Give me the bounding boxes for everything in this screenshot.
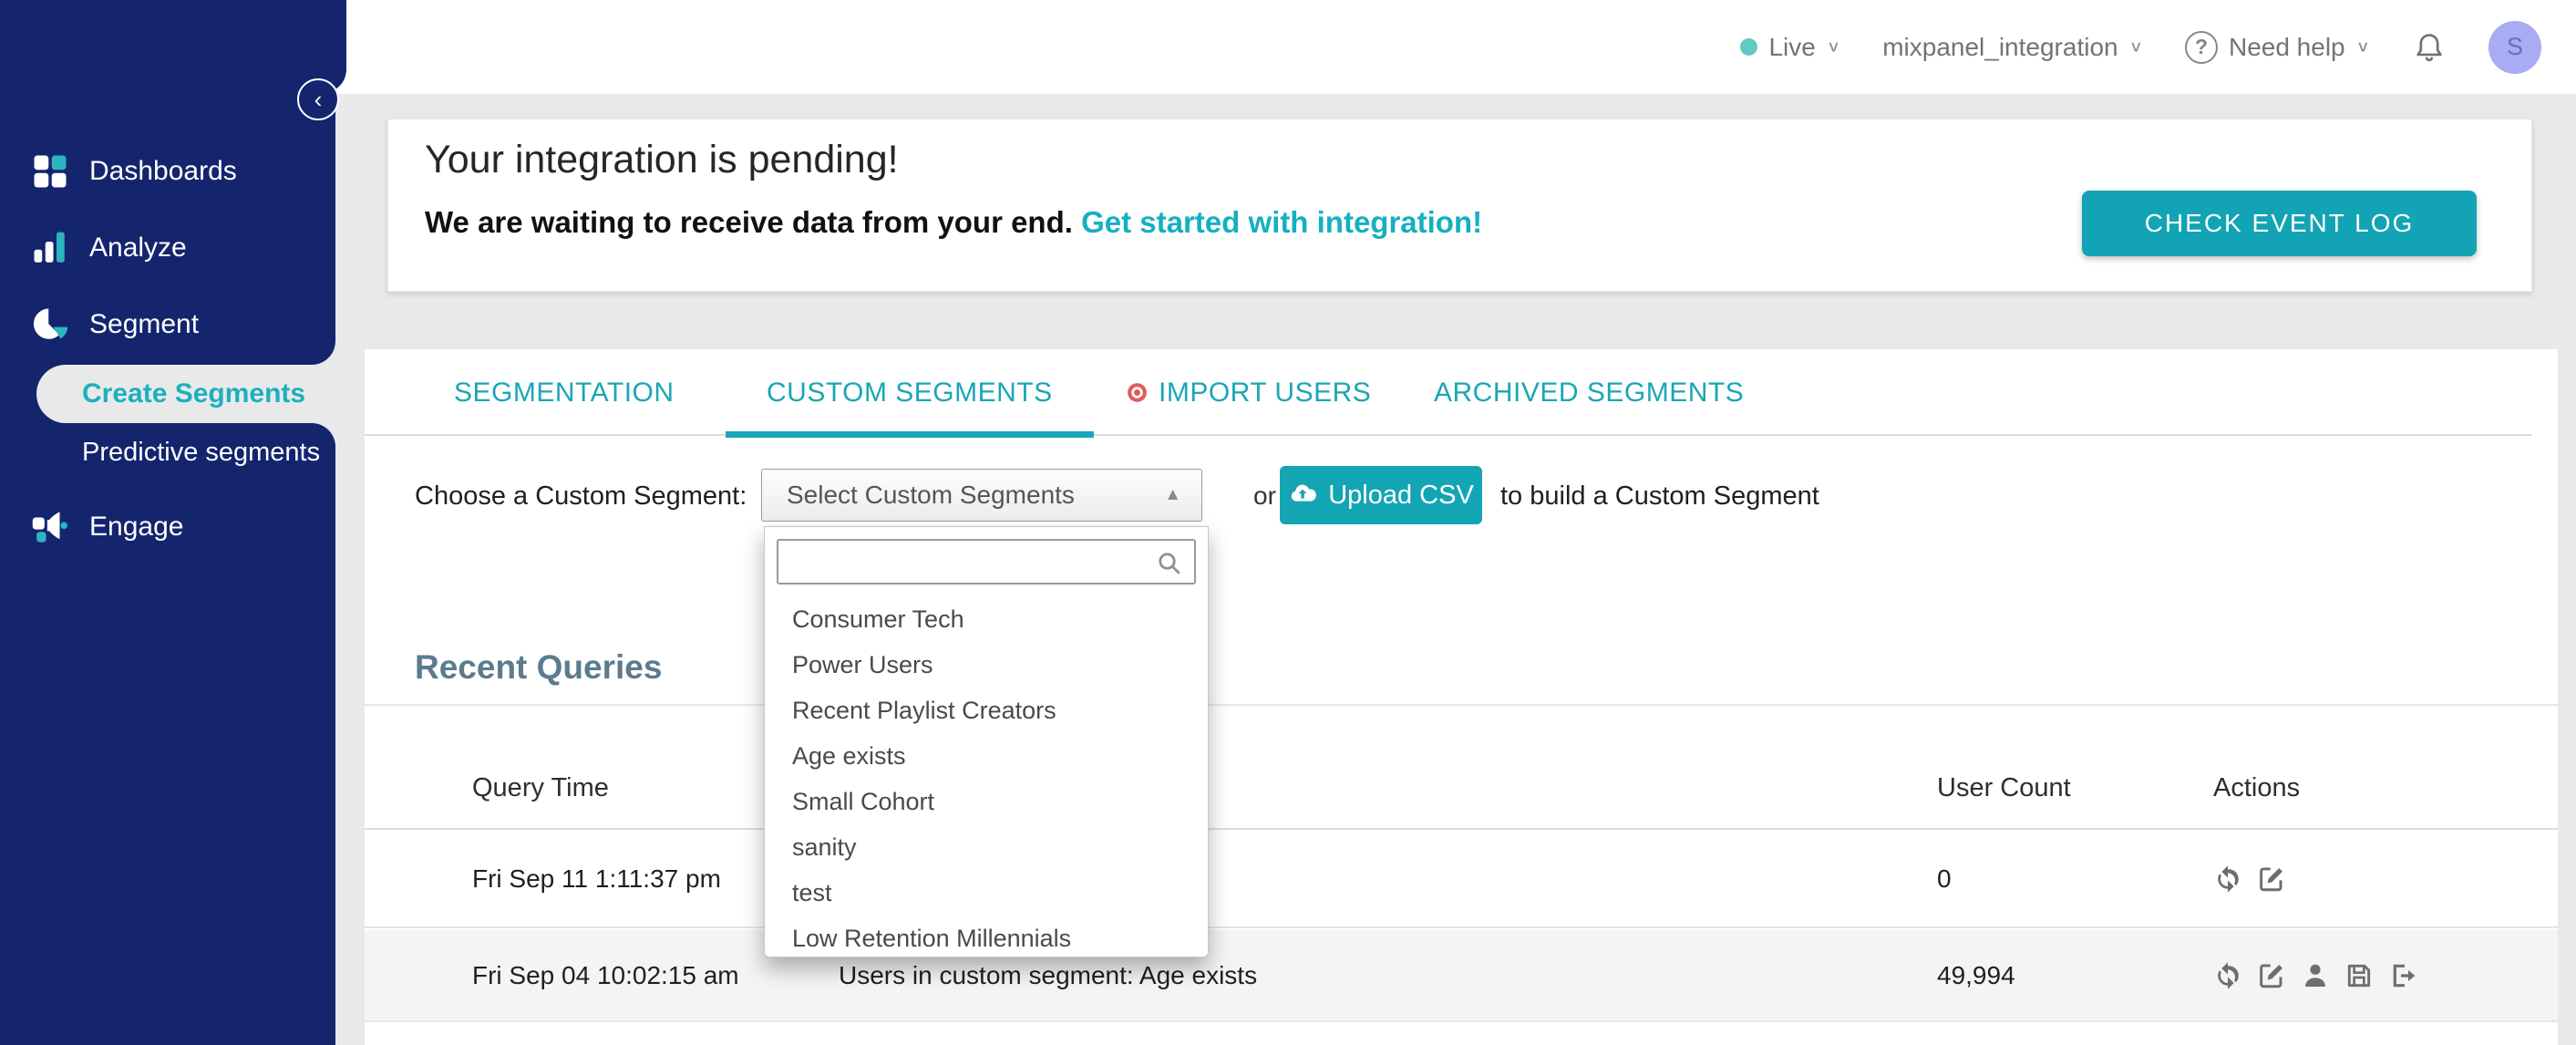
banner-title: Your integration is pending!	[425, 138, 899, 181]
alert-dot-icon	[1128, 383, 1147, 402]
tab-custom-segments[interactable]: CUSTOM SEGMENTS	[726, 349, 1094, 438]
table-row: Fri Sep 04 10:02:15 am Users in custom s…	[365, 930, 2558, 1022]
dashboards-icon	[34, 155, 67, 188]
tab-label: SEGMENTATION	[454, 377, 675, 408]
sidebar-item-analyze[interactable]: Analyze	[0, 210, 335, 286]
bell-icon	[2416, 33, 2442, 61]
user-count-cell: 0	[1937, 864, 1952, 893]
column-header-actions: Actions	[2213, 772, 2301, 802]
search-input[interactable]	[778, 541, 1194, 583]
integration-pending-banner: Your integration is pending! We are wait…	[387, 119, 2532, 292]
search-icon	[1159, 553, 1180, 574]
sidebar-item-label: Engage	[89, 512, 184, 542]
live-status-dot	[1740, 38, 1758, 56]
segment-icon	[33, 308, 68, 339]
tab-label: IMPORT USERS	[1159, 377, 1372, 408]
chevron-down-icon: ∨	[2355, 38, 2370, 56]
get-started-link[interactable]: Get started with integration!	[1081, 205, 1482, 239]
edit-icon[interactable]	[2257, 864, 2286, 894]
sidebar-item-label: Dashboards	[89, 156, 237, 186]
sidebar-item-label: Create Segments	[82, 378, 306, 409]
custom-segment-select[interactable]: Select Custom Segments ▲	[761, 469, 1202, 522]
export-icon[interactable]	[2388, 961, 2417, 990]
build-segment-label: to build a Custom Segment	[1500, 481, 1819, 511]
help-icon: ?	[2184, 30, 2218, 64]
column-header-query-time: Query Time	[472, 772, 609, 802]
edit-icon[interactable]	[2257, 961, 2286, 990]
dropdown-option[interactable]: Low Retention Millennials	[765, 916, 1208, 961]
sidebar-item-engage[interactable]: Engage	[0, 498, 335, 556]
dropdown-option[interactable]: Small Cohort	[765, 779, 1208, 824]
chevron-down-icon: ∨	[2128, 38, 2143, 56]
sidebar-item-predictive-segments[interactable]: Predictive segments	[0, 427, 335, 478]
tab-label: CUSTOM SEGMENTS	[767, 377, 1053, 408]
user-count-cell: 49,994	[1937, 960, 2015, 989]
user-icon[interactable]	[2301, 961, 2330, 990]
recent-queries-title: Recent Queries	[415, 648, 663, 686]
column-header-user-count: User Count	[1937, 772, 2071, 802]
table-header-row: Query Time User Count Actions	[365, 748, 2558, 830]
row-actions-cell	[2213, 832, 2286, 926]
sidebar-item-label: Analyze	[89, 233, 187, 263]
dropdown-option[interactable]: Consumer Tech	[765, 596, 1208, 642]
tab-segmentation[interactable]: SEGMENTATION	[454, 349, 675, 436]
top-header-bar: Live ∨ mixpanel_integration ∨ ? Need hel…	[335, 0, 2576, 94]
choose-segment-label: Choose a Custom Segment:	[415, 481, 747, 511]
query-time-cell: Fri Sep 11 1:11:37 pm	[472, 864, 721, 893]
cloud-upload-icon	[1291, 484, 1317, 502]
dropdown-option[interactable]: test	[765, 870, 1208, 916]
notifications-button[interactable]	[2412, 30, 2447, 65]
refresh-icon[interactable]	[2213, 864, 2242, 894]
sidebar-active-row: Create Segments	[0, 365, 335, 423]
project-name: mixpanel_integration	[1882, 32, 2118, 61]
need-help-label: Need help	[2228, 32, 2345, 61]
segments-panel: SEGMENTATION CUSTOM SEGMENTS IMPORT USER…	[365, 349, 2558, 1045]
or-label: or	[1253, 481, 1276, 510]
dropdown-option[interactable]: Age exists	[765, 733, 1208, 779]
select-value: Select Custom Segments	[787, 481, 1075, 509]
custom-segment-dropdown: Consumer Tech Power Users Recent Playlis…	[764, 526, 1209, 957]
refresh-icon[interactable]	[2213, 961, 2242, 990]
avatar-initial: S	[2506, 33, 2523, 60]
dropdown-option[interactable]: sanity	[765, 824, 1208, 870]
sidebar-nav-top: Dashboards Analyze Segment	[0, 91, 335, 365]
banner-message: We are waiting to receive data from your…	[425, 205, 1482, 240]
row-actions-cell	[2213, 930, 2417, 1020]
sidebar-item-dashboards[interactable]: Dashboards	[0, 133, 335, 210]
engage-icon	[32, 512, 68, 543]
dropdown-option[interactable]: Power Users	[765, 642, 1208, 688]
table-row: Fri Sep 11 1:11:37 pm 0	[365, 832, 2558, 928]
chevron-left-icon: ‹	[314, 85, 323, 113]
upload-csv-button[interactable]: Upload CSV	[1280, 466, 1482, 524]
query-time-cell: Fri Sep 04 10:02:15 am	[472, 960, 739, 989]
chevron-down-icon: ∨	[1826, 38, 1841, 56]
sidebar-item-create-segments[interactable]: Create Segments	[36, 365, 335, 423]
environment-label: Live	[1768, 32, 1816, 61]
logo-block	[0, 0, 346, 93]
upload-csv-label: Upload CSV	[1328, 480, 1474, 510]
sidebar-nav: moengage ‹ Dashboards Analyze	[0, 0, 346, 1045]
tab-archived-segments[interactable]: ARCHIVED SEGMENTS	[1434, 349, 1744, 436]
sidebar-item-segment[interactable]: Segment	[0, 286, 335, 363]
project-selector[interactable]: mixpanel_integration ∨	[1882, 33, 2143, 62]
sidebar-collapse-button[interactable]: ‹	[297, 78, 339, 120]
chevron-up-icon: ▲	[1164, 485, 1181, 504]
tab-import-users[interactable]: IMPORT USERS	[1127, 349, 1371, 436]
dropdown-options-list: Consumer Tech Power Users Recent Playlis…	[765, 596, 1208, 961]
user-avatar[interactable]: S	[2488, 20, 2541, 74]
sidebar-nav-bottom: Predictive segments Engage	[0, 423, 335, 1045]
dropdown-search-box	[777, 539, 1196, 585]
dropdown-option[interactable]: Recent Playlist Creators	[765, 688, 1208, 733]
sidebar-item-label: Predictive segments	[82, 437, 321, 467]
section-divider	[365, 704, 2558, 706]
banner-message-text: We are waiting to receive data from your…	[425, 205, 1073, 239]
need-help-menu[interactable]: ? Need help ∨	[2184, 30, 2370, 64]
tab-label: ARCHIVED SEGMENTS	[1434, 377, 1745, 408]
environment-selector[interactable]: Live ∨	[1740, 33, 1840, 62]
check-event-log-button[interactable]: CHECK EVENT LOG	[2082, 191, 2477, 256]
tabs-bar: SEGMENTATION CUSTOM SEGMENTS IMPORT USER…	[365, 349, 2532, 438]
sidebar-item-label: Segment	[89, 309, 200, 339]
analyze-icon	[34, 232, 65, 263]
save-icon[interactable]	[2344, 961, 2374, 990]
